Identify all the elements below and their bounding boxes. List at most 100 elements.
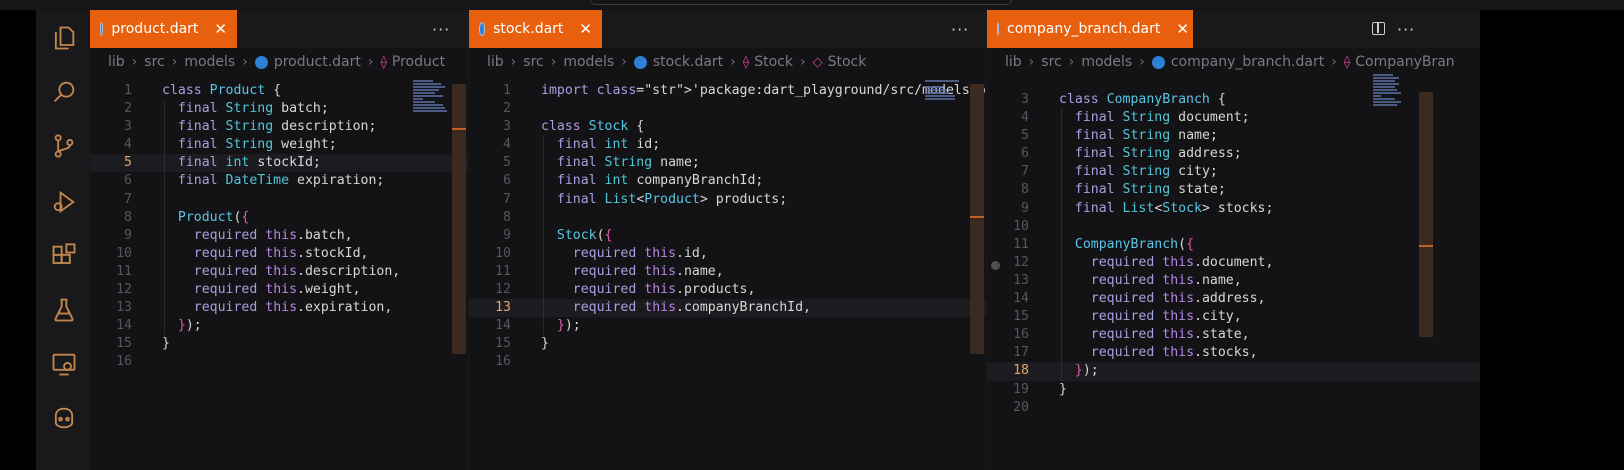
code-line[interactable]: 8 Product({ (90, 209, 468, 227)
vertical-scrollbar[interactable] (1419, 92, 1433, 337)
code-line[interactable]: 2 final String batch; (90, 100, 468, 118)
line-number: 13 (1013, 272, 1029, 288)
testing-icon[interactable] (48, 294, 80, 326)
close-icon[interactable]: ✕ (214, 20, 227, 38)
line-number: 1 (124, 83, 132, 98)
explorer-icon[interactable] (48, 22, 80, 54)
code-line[interactable]: 14 }); (469, 317, 986, 335)
crumb-src[interactable]: src (144, 54, 164, 70)
tab-bar: company_branch.dart ✕ ··· (987, 10, 1480, 48)
line-number: 14 (1013, 291, 1029, 307)
crumb-models[interactable]: models (184, 54, 235, 70)
code-line[interactable]: 12 required this.weight, (90, 281, 468, 299)
copilot-icon[interactable] (48, 402, 80, 434)
tab-product-dart[interactable]: product.dart ✕ (90, 10, 237, 48)
code-line[interactable]: 16 (90, 353, 468, 371)
command-center[interactable] (590, 0, 1012, 5)
code-line[interactable]: 5 final String name; (469, 154, 986, 172)
tab-stock-dart[interactable]: stock.dart ✕ (469, 10, 602, 48)
more-actions-icon[interactable]: ··· (951, 20, 969, 39)
code-editor[interactable]: 1 import class="str">'package:dart_playgr… (469, 82, 986, 372)
code-line[interactable]: 4 final int id; (469, 136, 986, 154)
tab-label: company_branch.dart (1007, 21, 1161, 37)
crumb-constructor[interactable]: Stock (828, 54, 867, 70)
line-number: 11 (116, 263, 132, 279)
crumb-src[interactable]: src (1041, 54, 1061, 70)
code-line[interactable]: 9 required this.batch, (90, 227, 468, 245)
breakpoint-hint-icon[interactable] (991, 261, 1000, 270)
code-editor[interactable]: 3 class CompanyBranch {4 final String doc… (987, 91, 1480, 417)
code-line[interactable]: 3 final String description; (90, 118, 468, 136)
code-line[interactable]: 1 class Product { (90, 82, 468, 100)
code-line[interactable]: 15} (90, 335, 468, 353)
more-actions-icon[interactable]: ··· (1397, 20, 1415, 39)
crumb-models[interactable]: models (563, 54, 614, 70)
line-text: Product({ (177, 209, 250, 225)
code-line[interactable]: 15} (469, 335, 986, 353)
crumb-src[interactable]: src (523, 54, 543, 70)
code-editor[interactable]: 1 class Product {2 final String batch; 3 f… (90, 82, 468, 372)
crumb-lib[interactable]: lib (1005, 54, 1022, 70)
code-line[interactable]: 10 required this.id, (469, 245, 986, 263)
code-line[interactable]: 20 (987, 399, 1480, 417)
code-line[interactable]: 11 required this.name, (469, 263, 986, 281)
tab-company-branch-dart[interactable]: company_branch.dart ✕ (987, 10, 1193, 48)
code-line[interactable]: 19} (987, 381, 1480, 399)
split-editor-icon[interactable] (1372, 22, 1385, 35)
vertical-scrollbar[interactable] (970, 84, 984, 354)
more-actions-icon[interactable]: ··· (432, 20, 450, 39)
line-number: 8 (1021, 182, 1029, 198)
line-text: required this.products, (572, 282, 756, 298)
line-number: 19 (1013, 381, 1029, 397)
code-line[interactable]: 7 final List<Product> products; (469, 191, 986, 209)
minimap[interactable] (413, 80, 449, 130)
crumb-file[interactable]: product.dart (274, 54, 361, 70)
code-line[interactable]: 8 (469, 209, 986, 227)
search-icon[interactable] (48, 76, 80, 108)
code-line[interactable]: 14 }); (90, 317, 468, 335)
code-line[interactable]: 16 (469, 353, 986, 371)
code-line[interactable]: 9 Stock({ (469, 227, 986, 245)
code-line[interactable]: 1 import class="str">'package:dart_playgr… (469, 82, 986, 100)
source-control-icon[interactable] (48, 130, 80, 162)
code-line[interactable]: 10 required this.stockId, (90, 245, 468, 263)
crumb-file[interactable]: company_branch.dart (1171, 54, 1324, 70)
line-text: final String document; (1074, 110, 1250, 126)
code-line[interactable]: 12 required this.products, (469, 281, 986, 299)
code-line[interactable]: 13 required this.companyBranchId, (469, 299, 986, 318)
code-line[interactable]: 6 final DateTime expiration; (90, 172, 468, 190)
line-text: required this.address, (1090, 291, 1266, 307)
crumb-class[interactable]: CompanyBran (1355, 54, 1454, 70)
crumb-lib[interactable]: lib (487, 54, 504, 70)
code-line[interactable]: 6 final int companyBranchId; (469, 172, 986, 190)
remote-explorer-icon[interactable] (48, 348, 80, 380)
line-text: required this.expiration, (193, 300, 393, 316)
line-number: 12 (495, 282, 511, 298)
run-debug-icon[interactable] (48, 186, 80, 218)
crumb-lib[interactable]: lib (108, 54, 125, 70)
close-icon[interactable]: ✕ (579, 20, 592, 38)
code-line[interactable]: 3 class Stock { (469, 118, 986, 136)
code-line[interactable]: 2 (469, 100, 986, 118)
tab-label: stock.dart (493, 21, 564, 37)
line-text: final String weight; (177, 137, 337, 153)
extensions-icon[interactable] (48, 240, 80, 272)
close-icon[interactable]: ✕ (1176, 20, 1189, 38)
crumb-class[interactable]: Stock (754, 54, 793, 70)
line-text: class CompanyBranch { (1059, 92, 1226, 107)
code-line[interactable]: 5 final int stockId; (90, 154, 468, 173)
dart-file-icon (254, 55, 268, 69)
crumb-models[interactable]: models (1081, 54, 1132, 70)
constructor-symbol-icon: ◇ (812, 54, 823, 70)
minimap[interactable] (925, 80, 961, 130)
code-line[interactable]: 7 (90, 191, 468, 209)
vertical-scrollbar[interactable] (452, 84, 466, 354)
minimap[interactable] (1373, 74, 1409, 124)
code-line[interactable]: 13 required this.expiration, (90, 299, 468, 317)
code-line[interactable]: 4 final String weight; (90, 136, 468, 154)
crumb-file[interactable]: stock.dart (653, 54, 723, 70)
line-number: 11 (1013, 236, 1029, 252)
crumb-class[interactable]: Product (392, 54, 445, 70)
line-text: final String name; (556, 155, 700, 171)
code-line[interactable]: 11 required this.description, (90, 263, 468, 281)
